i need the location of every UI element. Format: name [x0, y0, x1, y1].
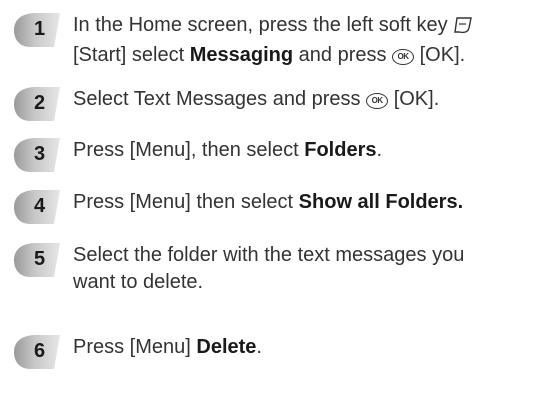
step-number-badge: 6 — [10, 334, 62, 370]
step-text: Select the folder with the text messages… — [73, 242, 551, 296]
step-number-badge: 4 — [10, 189, 62, 225]
step-text-bold: Show all Folders. — [298, 191, 464, 213]
step-text-part: [OK]. — [419, 44, 466, 66]
ok-key-icon: OK — [392, 49, 415, 65]
step-number-badge: 5 — [10, 242, 62, 278]
step-number: 6 — [34, 340, 46, 362]
step-number: 1 — [34, 18, 46, 40]
step-number-badge: 1 — [10, 12, 62, 48]
instruction-steps: 1 In the Home screen, press the left sof… — [0, 0, 555, 393]
step-text: Select Text Messages and press OK [OK]. — [73, 86, 551, 113]
left-soft-key-icon — [453, 15, 473, 42]
step-text-part: Press [Menu] then select — [73, 191, 294, 213]
step-number: 2 — [34, 92, 46, 114]
step-text: In the Home screen, press the left soft … — [73, 12, 551, 69]
step-text-part: [Start] select — [73, 44, 185, 66]
step-text-part: . — [256, 336, 262, 358]
step-number: 4 — [34, 195, 46, 217]
step-text-part: Select the folder with the text messages… — [73, 244, 465, 266]
step-text-part: Select Text Messages and press — [73, 88, 361, 110]
step-text-part: and press — [298, 44, 387, 66]
step-text: Press [Menu], then select Folders. — [73, 137, 551, 164]
ok-key-icon: OK — [366, 93, 389, 109]
step-text-bold: Messaging — [189, 44, 294, 66]
step-text-bold: Delete — [196, 336, 257, 358]
step-number: 3 — [34, 143, 46, 165]
step-text-part: . — [376, 139, 383, 161]
step-text: Press [Menu] Delete. — [73, 334, 551, 361]
step-text-part: want to delete. — [73, 271, 204, 293]
step-text-part: Press [Menu] — [73, 336, 191, 358]
step-text-part: [OK]. — [393, 88, 440, 110]
step-number: 5 — [34, 248, 46, 270]
step-text-part: In the Home screen, press the left soft … — [73, 14, 448, 36]
step-text: Press [Menu] then select Show all Folder… — [73, 189, 551, 216]
step-text-part: Press [Menu], then select — [73, 139, 299, 161]
step-text-bold: Folders — [304, 139, 377, 161]
step-number-badge: 2 — [10, 86, 62, 122]
step-number-badge: 3 — [10, 137, 62, 173]
